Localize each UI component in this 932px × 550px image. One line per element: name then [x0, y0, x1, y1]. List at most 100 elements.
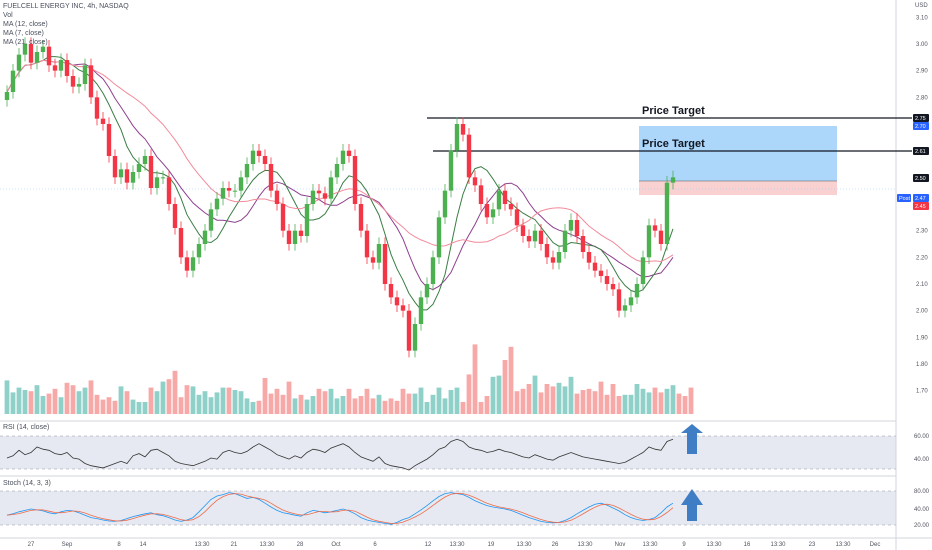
stoch-tick-label: 40.00	[914, 507, 930, 513]
volume-bar	[370, 398, 376, 414]
candle-body	[76, 84, 82, 87]
volume-bar	[502, 360, 508, 414]
price-tick-label: 1.70	[916, 389, 928, 395]
volume-bar	[382, 400, 388, 414]
candle-body	[412, 324, 418, 351]
volume-bar	[538, 392, 544, 414]
candle-body	[652, 225, 658, 231]
volume-bar	[406, 393, 412, 414]
candle-body	[148, 156, 154, 188]
candle-body	[628, 297, 634, 306]
ma12-label: MA (12, close)	[3, 21, 48, 28]
volume-bar	[490, 376, 496, 414]
candle-body	[448, 150, 454, 191]
candle-body	[238, 177, 244, 191]
price-tick-label: 3.10	[916, 15, 928, 21]
volume-bar	[124, 391, 130, 414]
volume-bar	[28, 391, 34, 414]
candle-body	[256, 150, 262, 156]
volume-bar	[610, 384, 616, 414]
volume-bar	[22, 390, 28, 414]
candle-body	[100, 118, 106, 124]
volume-bar	[10, 392, 16, 414]
candle-body	[142, 156, 148, 164]
time-tick-label: 21	[231, 542, 238, 548]
candle-body	[478, 185, 484, 204]
volume-bar	[94, 394, 100, 414]
candle-body	[262, 156, 268, 164]
candle-body	[370, 257, 376, 263]
time-tick-label: 28	[297, 542, 304, 548]
candle-body	[406, 310, 412, 351]
ma21-label: MA (21, close)	[3, 39, 48, 46]
ma7-line	[6, 56, 674, 311]
volume-bar	[478, 402, 484, 414]
volume-bar	[304, 399, 310, 414]
time-tick-label: 13:30	[194, 542, 210, 548]
time-axis[interactable]: 27 Sep 8 14 13:30 21 13:30 28 Oct 6 12 13:30 19 13:30…	[28, 542, 881, 548]
volume-bar	[556, 382, 562, 414]
time-tick-label: 13:30	[770, 542, 786, 548]
volume-bar	[226, 387, 232, 414]
volume-bar	[262, 378, 268, 414]
volume-bar	[376, 394, 382, 414]
volume-bar	[664, 388, 670, 414]
volume-bar	[160, 381, 166, 414]
candle-body	[322, 193, 328, 199]
candle-body	[130, 172, 136, 183]
volume-bar	[640, 388, 646, 414]
candle-body	[592, 262, 598, 271]
candle-body	[382, 244, 388, 284]
candle-body	[670, 177, 676, 183]
time-tick-label: 13:30	[642, 542, 658, 548]
target-zone-box[interactable]	[639, 126, 837, 181]
volume-bar	[472, 344, 478, 414]
candle-body	[70, 76, 76, 87]
volume-bar	[526, 384, 532, 414]
candle-body	[358, 204, 364, 231]
candle-body	[544, 244, 550, 258]
volume-bar	[196, 394, 202, 414]
candle-body	[346, 150, 352, 156]
candle-body	[64, 60, 70, 76]
volume-bar	[412, 393, 418, 414]
currency-label: USD	[915, 3, 928, 9]
price-tick-label: 2.10	[916, 282, 928, 288]
volume-bar	[148, 387, 154, 414]
upper-target-label: Price Target	[642, 105, 705, 117]
time-tick-label: 9	[682, 542, 686, 548]
candle-body	[484, 204, 490, 218]
volume-bar	[256, 400, 262, 414]
candle-body	[388, 284, 394, 298]
volume-bar	[346, 388, 352, 414]
candle-body	[292, 230, 298, 244]
candle-body	[466, 134, 472, 178]
volume-bar	[298, 394, 304, 414]
price-axis[interactable]: 3.103.002.902.802.702.602.502.402.302.20…	[914, 15, 930, 529]
chart-canvas[interactable]: Price Target Price Target 3.10 3.00 2.90 2.…	[0, 0, 932, 550]
time-tick-label: 19	[488, 542, 495, 548]
volume-bar	[688, 387, 694, 414]
volume-bar	[316, 388, 322, 414]
candle-body	[616, 289, 622, 311]
candle-body	[34, 52, 40, 63]
volume-bar	[400, 388, 406, 414]
volume-bar	[40, 396, 46, 414]
volume-bar	[562, 386, 568, 414]
price-tick-label: 3.00	[916, 42, 928, 48]
volume-bar	[658, 392, 664, 414]
vol-label: Vol	[3, 12, 13, 19]
time-tick-label: 26	[552, 542, 559, 548]
candle-body	[160, 177, 166, 179]
volume-bar	[394, 400, 400, 414]
candle-body	[634, 284, 640, 298]
volume-bar	[430, 394, 436, 414]
candle-body	[40, 46, 46, 52]
volume-bar	[592, 391, 598, 414]
volume-bar	[70, 385, 76, 414]
candle-body	[220, 188, 226, 199]
volume-bar	[652, 387, 658, 414]
time-tick-label: 13:30	[516, 542, 532, 548]
volume-bar	[238, 391, 244, 414]
time-tick-label: 16	[744, 542, 751, 548]
